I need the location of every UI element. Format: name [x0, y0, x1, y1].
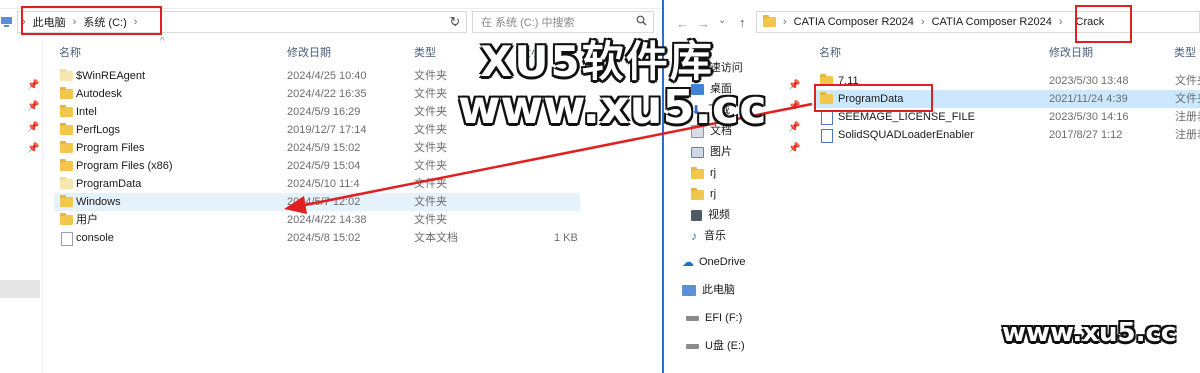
- arrow-head: [284, 196, 307, 214]
- watermark-url-small: www.xu5.cc: [1002, 318, 1177, 348]
- watermark-url-large: www.xu5.cc: [458, 80, 767, 134]
